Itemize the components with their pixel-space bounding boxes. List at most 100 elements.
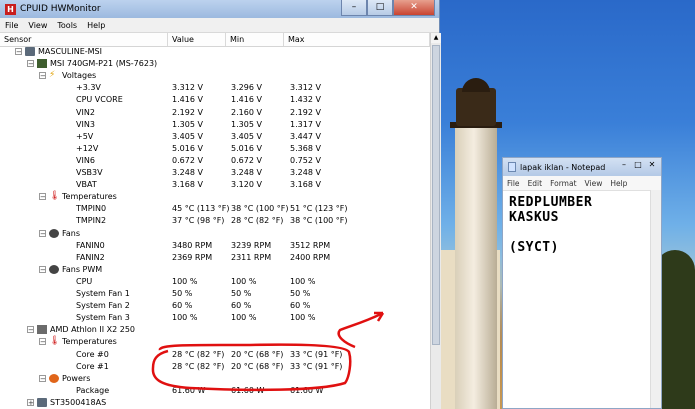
- sensor-row[interactable]: VIN2 2.192 V 2.160 V 2.192 V: [0, 107, 430, 119]
- menu-help[interactable]: Help: [82, 21, 110, 30]
- sensor-min: 50 %: [231, 289, 252, 298]
- hwmonitor-titlebar[interactable]: H CPUID HWMonitor – □ ✕: [0, 0, 439, 18]
- notepad-scrollbar[interactable]: [650, 190, 661, 408]
- column-max[interactable]: Max: [284, 33, 430, 46]
- collapse-icon[interactable]: −: [39, 338, 46, 346]
- sensor-row[interactable]: TMPIN0 45 °C (113 °F) 38 °C (100 °F) 51 °C …: [0, 203, 430, 215]
- sensor-row[interactable]: System Fan 3 100 % 100 % 100 %: [0, 312, 430, 324]
- column-value[interactable]: Value: [168, 33, 226, 46]
- tree-node[interactable]: − MASCULINE-MSI: [0, 46, 430, 58]
- sensor-min: 61.60 W: [231, 385, 265, 395]
- sensor-min: 100 %: [231, 276, 257, 286]
- sensor-name: +12V: [76, 143, 99, 153]
- notepad-app-icon[interactable]: [508, 162, 516, 172]
- sensor-max: 3.312 V: [290, 83, 321, 93]
- sensor-name: CPU: [76, 276, 93, 286]
- sensor-name: CPU VCORE: [76, 95, 123, 105]
- sensor-row[interactable]: +5V 3.405 V 3.405 V 3.447 V: [0, 131, 430, 143]
- sensor-row[interactable]: System Fan 2 60 % 60 % 60 %: [0, 300, 430, 312]
- notepad-maximize-button[interactable]: □: [631, 159, 645, 171]
- sensor-name: Temperatures: [62, 337, 117, 347]
- sensor-max: 100 %: [290, 313, 316, 323]
- sensor-max: 51 °C (123 °F): [290, 204, 348, 214]
- column-min[interactable]: Min: [226, 33, 284, 46]
- close-button[interactable]: ✕: [393, 0, 435, 16]
- sensor-name: VIN6: [76, 155, 95, 165]
- scroll-up-arrow-icon[interactable]: ▲: [431, 33, 441, 43]
- sensor-row[interactable]: VIN6 0.672 V 0.672 V 0.752 V: [0, 155, 430, 167]
- sensor-row[interactable]: FANIN0 3480 RPM 3239 RPM 3512 RPM: [0, 240, 430, 252]
- sensor-row[interactable]: +3.3V 3.312 V 3.296 V 3.312 V: [0, 82, 430, 94]
- tree-node[interactable]: − Fans: [0, 228, 430, 240]
- notepad-line: REDPLUMBER: [509, 195, 593, 210]
- notepad-text-area[interactable]: REDPLUMBER KASKUS (SYCT): [503, 191, 661, 259]
- minimize-button[interactable]: –: [341, 0, 367, 16]
- sensor-value: 61.60 W: [172, 385, 206, 395]
- sensor-row[interactable]: Core #0 28 °C (82 °F) 20 °C (68 °F) 33 °C (…: [0, 349, 430, 361]
- tree-node[interactable]: − 🌡 Temperatures: [0, 336, 430, 348]
- sensor-row[interactable]: CPU 100 % 100 % 100 %: [0, 276, 430, 288]
- sensor-min: 100 %: [231, 313, 257, 323]
- sensor-row[interactable]: VBAT 3.168 V 3.120 V 3.168 V: [0, 179, 430, 191]
- tree-node[interactable]: − Fans PWM: [0, 264, 430, 276]
- collapse-icon[interactable]: −: [27, 326, 34, 334]
- sensor-row[interactable]: VIN3 1.305 V 1.305 V 1.317 V: [0, 119, 430, 131]
- notepad-window: lapak iklan - Notepad – □ ✕ File Edit Fo…: [502, 157, 662, 409]
- notepad-line: (SYCT): [509, 240, 559, 255]
- sensor-min: 2.160 V: [231, 107, 262, 117]
- tree-node[interactable]: − Powers: [0, 373, 430, 385]
- tree-node[interactable]: − ⚡ Voltages: [0, 70, 430, 82]
- notepad-menu-format[interactable]: Format: [546, 179, 580, 188]
- notepad-titlebar[interactable]: lapak iklan - Notepad – □ ✕: [503, 158, 661, 176]
- column-sensor[interactable]: Sensor: [0, 33, 168, 46]
- sensor-row[interactable]: FANIN2 2369 RPM 2311 RPM 2400 RPM: [0, 252, 430, 264]
- sensor-row[interactable]: TMPIN2 37 °C (98 °F) 28 °C (82 °F) 38 °C (1…: [0, 215, 430, 227]
- sensor-max: 3.168 V: [290, 180, 321, 190]
- hwmonitor-app-icon[interactable]: H: [5, 3, 16, 15]
- collapse-icon[interactable]: −: [15, 48, 22, 56]
- notepad-close-button[interactable]: ✕: [645, 159, 659, 171]
- expand-icon[interactable]: +: [27, 398, 34, 406]
- sensor-value: 3.405 V: [172, 131, 203, 141]
- sensor-name: Package: [76, 385, 110, 395]
- notepad-menu-view[interactable]: View: [581, 179, 607, 188]
- sensor-value: 3480 RPM: [172, 240, 213, 250]
- maximize-button[interactable]: □: [367, 0, 393, 16]
- sensor-min: 2311 RPM: [231, 252, 272, 262]
- sensor-row[interactable]: System Fan 1 50 % 50 % 50 %: [0, 288, 430, 300]
- collapse-icon[interactable]: −: [39, 193, 46, 201]
- sensor-name: Temperatures: [62, 192, 117, 202]
- sensor-row[interactable]: VSB3V 3.248 V 3.248 V 3.248 V: [0, 167, 430, 179]
- sensor-min: 28 °C (82 °F): [231, 216, 284, 226]
- menu-view[interactable]: View: [23, 21, 52, 30]
- tree-node[interactable]: − 🌡 Temperatures: [0, 191, 430, 203]
- tree-node[interactable]: − AMD Athlon II X2 250: [0, 324, 430, 336]
- notepad-line: KASKUS: [509, 210, 559, 225]
- sensor-value: 1.416 V: [172, 95, 203, 105]
- sensor-row[interactable]: Core #1 28 °C (82 °F) 20 °C (68 °F) 33 °C (…: [0, 361, 430, 373]
- scroll-thumb[interactable]: [432, 45, 440, 345]
- fan-icon: [49, 228, 59, 238]
- sensor-max: 3.447 V: [290, 131, 321, 141]
- collapse-icon[interactable]: −: [27, 60, 34, 68]
- collapse-icon[interactable]: −: [39, 72, 46, 80]
- sensor-min: 20 °C (68 °F): [231, 361, 284, 371]
- notepad-minimize-button[interactable]: –: [617, 159, 631, 171]
- sensor-row[interactable]: Package 61.60 W 61.60 W 61.60 W: [0, 385, 430, 397]
- collapse-icon[interactable]: −: [39, 265, 46, 273]
- notepad-menu-edit[interactable]: Edit: [524, 179, 547, 188]
- sensor-value: 45 °C (113 °F): [172, 204, 230, 214]
- sensor-row[interactable]: CPU VCORE 1.416 V 1.416 V 1.432 V: [0, 94, 430, 106]
- sensor-row[interactable]: +12V 5.016 V 5.016 V 5.368 V: [0, 143, 430, 155]
- tree-node[interactable]: − MSI 740GM-P21 (MS-7623): [0, 58, 430, 70]
- vertical-scrollbar[interactable]: ▲: [430, 33, 441, 409]
- collapse-icon[interactable]: −: [39, 374, 46, 382]
- menu-tools[interactable]: Tools: [52, 21, 82, 30]
- menu-file[interactable]: File: [0, 21, 23, 30]
- notepad-menu-help[interactable]: Help: [606, 179, 631, 188]
- tree-node[interactable]: + ST3500418AS: [0, 397, 430, 409]
- notepad-menu-file[interactable]: File: [503, 179, 524, 188]
- sensor-max: 50 %: [290, 289, 311, 298]
- collapse-icon[interactable]: −: [39, 229, 46, 237]
- wallpaper-lighthouse-lamp: [456, 88, 496, 126]
